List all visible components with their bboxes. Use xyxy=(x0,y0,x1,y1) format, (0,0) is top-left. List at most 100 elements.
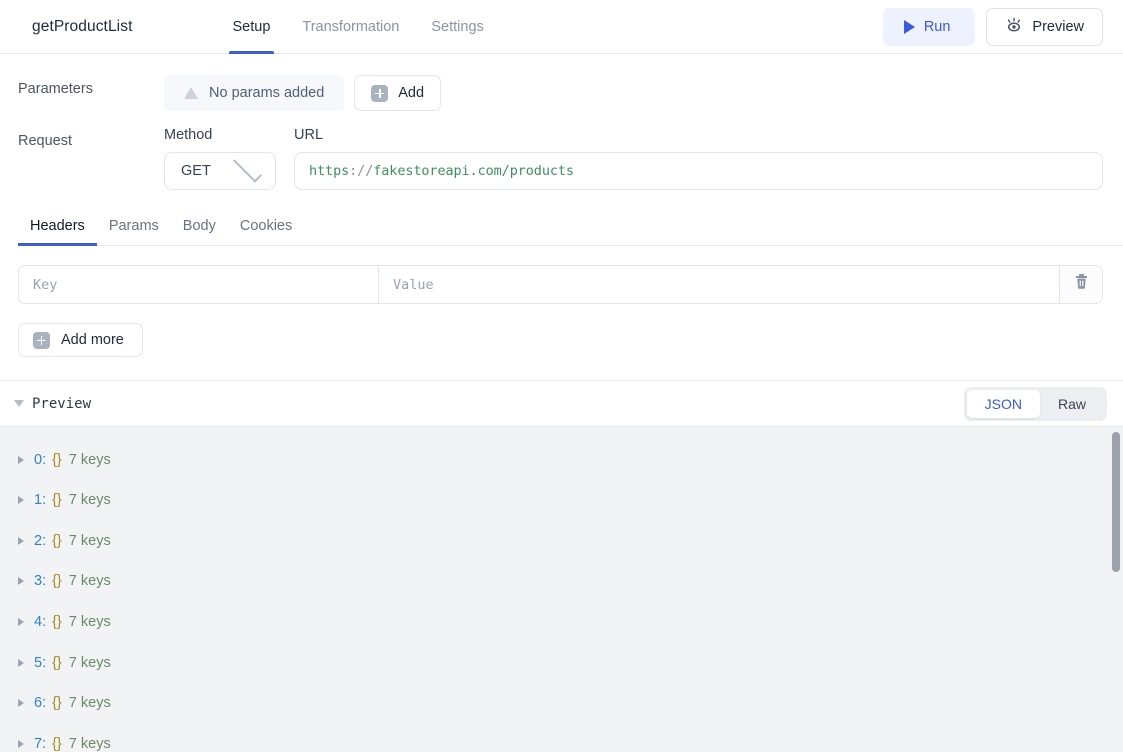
preview-view-mode-toggle: JSON Raw xyxy=(963,386,1107,421)
chevron-down-icon xyxy=(232,153,262,183)
view-mode-raw[interactable]: Raw xyxy=(1040,390,1104,418)
parameters-section: Parameters No params added Add xyxy=(0,54,1123,111)
add-param-button[interactable]: Add xyxy=(354,75,442,111)
tab-transformation[interactable]: Transformation xyxy=(286,0,415,54)
url-label: URL xyxy=(294,127,324,143)
caret-right-icon[interactable] xyxy=(18,699,24,708)
tab-setup[interactable]: Setup xyxy=(217,0,287,54)
warning-triangle-icon xyxy=(184,87,198,99)
parameters-label: Parameters xyxy=(18,81,93,97)
header-actions: Run Preview xyxy=(882,7,1103,46)
view-mode-json-label: JSON xyxy=(984,395,1022,412)
json-row[interactable]: 1: {} 7 keys xyxy=(0,480,1123,521)
json-row-keycount: 7 keys xyxy=(68,451,111,468)
json-row-index: 7: xyxy=(34,735,47,752)
page-title: getProductList xyxy=(32,17,133,35)
json-row-brace: {} xyxy=(52,573,62,590)
caret-right-icon[interactable] xyxy=(18,658,24,667)
play-icon xyxy=(903,19,915,34)
json-preview-panel: 0: {} 7 keys 1: {} 7 keys 2: {} 7 keys 3… xyxy=(0,426,1123,752)
caret-right-icon[interactable] xyxy=(18,455,24,464)
run-button-label: Run xyxy=(923,18,951,35)
json-row[interactable]: 5: {} 7 keys xyxy=(0,642,1123,683)
json-row-index: 4: xyxy=(34,614,47,631)
parameters-controls: No params added Add xyxy=(164,75,442,111)
json-row[interactable]: 0: {} 7 keys xyxy=(0,439,1123,480)
subtab-params[interactable]: Params xyxy=(97,212,171,245)
header-value-placeholder: Value xyxy=(393,277,434,293)
view-mode-json[interactable]: JSON xyxy=(966,389,1040,418)
caret-right-icon[interactable] xyxy=(18,739,24,748)
json-rows: 0: {} 7 keys 1: {} 7 keys 2: {} 7 keys 3… xyxy=(0,427,1123,752)
json-row-keycount: 7 keys xyxy=(68,614,111,631)
method-label: Method xyxy=(164,127,213,143)
method-selected-value: GET xyxy=(181,163,211,179)
plus-square-icon xyxy=(371,84,389,102)
json-row-keycount: 7 keys xyxy=(68,532,111,549)
json-row-index: 6: xyxy=(34,695,47,712)
json-row-index: 5: xyxy=(34,654,47,671)
tab-setup-label: Setup xyxy=(232,18,271,35)
method-select[interactable]: GET xyxy=(164,152,276,190)
json-row-brace: {} xyxy=(52,492,62,509)
caret-right-icon[interactable] xyxy=(18,577,24,586)
subtab-body-label: Body xyxy=(182,218,216,234)
json-row-keycount: 7 keys xyxy=(68,695,111,712)
header-value-input[interactable]: Value xyxy=(379,266,1060,303)
delete-header-row-button[interactable] xyxy=(1060,266,1102,303)
run-button[interactable]: Run xyxy=(882,7,976,46)
json-row[interactable]: 3: {} 7 keys xyxy=(0,561,1123,602)
app-header: getProductList Setup Transformation Sett… xyxy=(0,0,1123,54)
add-param-label: Add xyxy=(398,85,425,101)
json-row-keycount: 7 keys xyxy=(68,492,111,509)
tab-settings-label: Settings xyxy=(431,18,484,35)
tab-settings[interactable]: Settings xyxy=(415,0,499,54)
headers-key-value-table: Key Value xyxy=(18,265,1103,304)
url-scheme: https xyxy=(309,163,350,179)
preview-button[interactable]: Preview xyxy=(986,7,1103,46)
no-params-chip: No params added xyxy=(164,75,345,111)
url-host-path: fakestoreapi.com/products xyxy=(373,163,574,179)
json-row[interactable]: 6: {} 7 keys xyxy=(0,683,1123,724)
preview-collapse-toggle[interactable]: Preview xyxy=(14,396,91,412)
add-more-header-button[interactable]: Add more xyxy=(18,322,143,358)
subtab-headers[interactable]: Headers xyxy=(18,212,97,246)
json-row-keycount: 7 keys xyxy=(68,735,111,752)
caret-down-icon xyxy=(14,400,24,408)
subtab-body[interactable]: Body xyxy=(171,212,228,245)
json-scrollbar-thumb[interactable] xyxy=(1112,432,1120,573)
trash-icon xyxy=(1074,273,1089,295)
caret-right-icon[interactable] xyxy=(18,536,24,545)
header-key-placeholder: Key xyxy=(33,277,58,293)
url-separator: :// xyxy=(349,163,374,179)
request-fields: Method GET URL https://fakestoreapi.com/… xyxy=(164,127,1103,190)
preview-bar: Preview JSON Raw xyxy=(0,380,1123,426)
eye-icon xyxy=(1005,17,1023,37)
url-input[interactable]: https://fakestoreapi.com/products xyxy=(294,152,1103,190)
json-row-index: 3: xyxy=(34,573,47,590)
json-row[interactable]: 7: {} 7 keys xyxy=(0,724,1123,752)
caret-right-icon[interactable] xyxy=(18,618,24,627)
json-row-keycount: 7 keys xyxy=(68,654,111,671)
api-request-builder: getProductList Setup Transformation Sett… xyxy=(0,0,1123,752)
json-row[interactable]: 4: {} 7 keys xyxy=(0,602,1123,643)
add-more-label: Add more xyxy=(61,332,124,348)
json-row[interactable]: 2: {} 7 keys xyxy=(0,521,1123,562)
caret-right-icon[interactable] xyxy=(18,496,24,505)
request-section: Request Method GET URL https://fakestore… xyxy=(0,111,1123,190)
header-key-input[interactable]: Key xyxy=(19,266,379,303)
plus-square-icon xyxy=(33,331,50,349)
preview-button-label: Preview xyxy=(1032,18,1084,35)
method-field-group: Method GET xyxy=(164,127,276,190)
json-row-keycount: 7 keys xyxy=(68,573,111,590)
json-row-index: 2: xyxy=(34,532,47,549)
subtab-cookies-label: Cookies xyxy=(239,218,293,234)
json-row-brace: {} xyxy=(52,614,62,631)
subtab-cookies[interactable]: Cookies xyxy=(228,212,304,245)
json-row-brace: {} xyxy=(52,695,62,712)
no-params-text: No params added xyxy=(209,85,325,101)
request-detail-tabs: Headers Params Body Cookies xyxy=(18,212,1123,246)
json-row-index: 1: xyxy=(34,492,47,509)
request-setup-body: Parameters No params added Add Request M… xyxy=(0,54,1123,752)
request-label: Request xyxy=(18,133,73,149)
